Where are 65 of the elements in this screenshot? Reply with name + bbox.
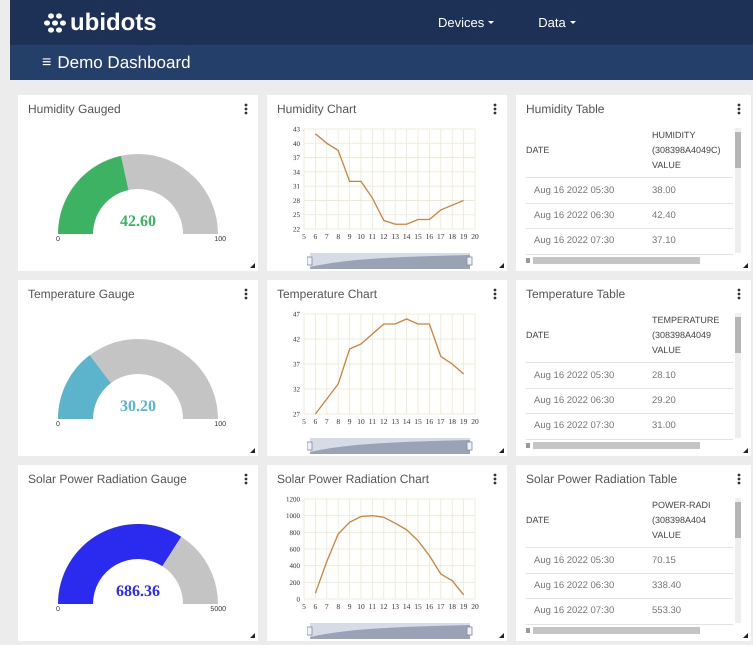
more-icon[interactable]: [493, 473, 497, 485]
more-icon[interactable]: [737, 103, 741, 115]
widget-title: Humidity Chart: [277, 101, 356, 118]
table-cell-text: Aug 16 2022 07:30: [533, 234, 616, 248]
dashboard-title: Demo Dashboard: [57, 52, 191, 74]
table-cell-text: Aug 16 2022 07:30: [533, 604, 616, 618]
gauge-value: 686.36: [115, 582, 161, 602]
table-cell-text: 29.20: [652, 394, 677, 408]
column-header: POWER-RADI (308398A404 VALUE: [652, 499, 712, 542]
resize-handle-icon[interactable]: [499, 263, 504, 268]
widget-title: Temperature Chart: [277, 286, 378, 303]
resize-handle-icon[interactable]: [743, 633, 748, 638]
vertical-scrollbar[interactable]: [735, 128, 741, 253]
table-cell-text: Aug 16 2022 05:30: [533, 554, 616, 568]
resize-handle-icon[interactable]: [250, 263, 255, 268]
widget-title: Temperature Table: [526, 286, 626, 303]
column-header: HUMIDITY (308398A4049C) VALUE: [652, 129, 722, 172]
caret-icon: [570, 20, 576, 24]
table-cell-text: 37.10: [652, 234, 677, 248]
table-cell-text: Aug 16 2022 06:30: [533, 578, 616, 593]
more-icon[interactable]: [737, 288, 741, 300]
widget-title: Solar Power Radiation Chart: [277, 471, 430, 488]
more-icon[interactable]: [493, 288, 497, 300]
widget-title: Humidity Gauged: [28, 101, 121, 118]
column-header: DATE: [526, 329, 550, 342]
widget-title: Solar Power Radiation Gauge: [28, 471, 187, 488]
table-cell-text: 70.15: [652, 554, 677, 568]
resize-handle-icon[interactable]: [743, 263, 748, 268]
vertical-scrollbar[interactable]: [735, 313, 741, 438]
more-icon[interactable]: [493, 103, 497, 115]
nav-menu[interactable]: Data: [538, 12, 576, 32]
more-icon[interactable]: [244, 288, 248, 300]
widget-title: Humidity Table: [526, 101, 604, 118]
resize-handle-icon[interactable]: [499, 633, 504, 638]
resize-handle-icon[interactable]: [250, 448, 255, 453]
table-cell-text: 38.00: [652, 184, 677, 198]
table-cell-text: 338.40: [652, 578, 682, 593]
more-icon[interactable]: [244, 103, 248, 115]
table-cell-text: Aug 16 2022 05:30: [533, 368, 616, 382]
resize-handle-icon[interactable]: [250, 633, 255, 638]
table-cell-text: 42.40: [652, 208, 677, 223]
widget-title: Solar Power Radiation Table: [526, 471, 678, 488]
table-cell-text: Aug 16 2022 06:30: [533, 208, 616, 223]
nav-menu[interactable]: Devices: [438, 12, 494, 32]
table-cell-text: Aug 16 2022 07:30: [533, 419, 616, 434]
vertical-scrollbar[interactable]: [735, 498, 741, 623]
resize-handle-icon[interactable]: [499, 448, 504, 453]
more-icon[interactable]: [244, 473, 248, 485]
gauge-value: 30.20: [119, 397, 157, 417]
table-cell-text: 553.30: [652, 604, 682, 618]
column-header: DATE: [526, 514, 550, 528]
table-cell-text: 28.10: [652, 368, 677, 382]
table-cell-text: 31.00: [652, 419, 677, 434]
more-icon[interactable]: [737, 473, 741, 485]
widget-title: Temperature Gauge: [28, 286, 135, 303]
table-cell-text: Aug 16 2022 06:30: [533, 394, 616, 408]
logo-text: ubidots: [70, 10, 157, 34]
table-cell-text: Aug 16 2022 05:30: [533, 184, 616, 198]
logo-icon: [44, 12, 66, 33]
column-header: DATE: [526, 144, 550, 158]
gauge-value: 42.60: [119, 212, 157, 232]
caret-icon: [488, 20, 494, 24]
menu-button[interactable]: ≡: [42, 54, 52, 70]
resize-handle-icon[interactable]: [743, 448, 748, 453]
column-header: TEMPERATURE (308398A4049 VALUE: [652, 314, 720, 358]
